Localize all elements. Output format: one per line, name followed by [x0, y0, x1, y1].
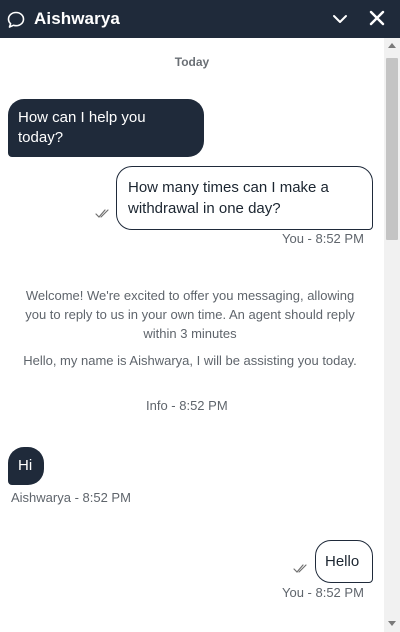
message-text: Hello [325, 553, 360, 570]
scrollbar[interactable] [384, 38, 400, 632]
header-title: Aishwarya [34, 9, 120, 28]
scroll-down-icon[interactable] [388, 621, 396, 626]
message-text: How many times can I make a withdrawal i… [128, 179, 329, 217]
double-check-icon [293, 564, 307, 573]
message-meta: You - 8:52 PM [282, 585, 364, 600]
message-text: Hi [18, 457, 33, 474]
chevron-down-icon[interactable] [331, 10, 349, 28]
agent-message-bubble: Hi [8, 447, 44, 485]
message-meta: You - 8:52 PM [282, 231, 364, 246]
message-meta: Aishwarya - 8:52 PM [11, 490, 131, 505]
chat-bubble-icon [7, 11, 25, 28]
info-text-welcome: Welcome! We're excited to offer you mess… [25, 288, 355, 341]
scroll-up-icon[interactable] [388, 43, 396, 48]
double-check-icon [95, 209, 109, 218]
day-separator: Today [174, 55, 210, 69]
info-meta: Info - 8:52 PM [146, 398, 228, 413]
agent-message-bubble: How can I help you today? [8, 99, 204, 157]
user-message-bubble: How many times can I make a withdrawal i… [116, 166, 373, 230]
message-list[interactable]: Today How can I help you today? How many… [0, 38, 384, 632]
chat-header: Aishwarya [0, 0, 400, 38]
message-text: How can I help you today? [18, 109, 146, 146]
info-text-greeting: Hello, my name is Aishwarya, I will be a… [23, 353, 357, 368]
scrollbar-thumb[interactable] [386, 58, 398, 240]
info-message: Welcome! We're excited to offer you mess… [20, 286, 360, 343]
user-message-bubble: Hello [315, 540, 373, 583]
close-icon[interactable] [368, 9, 386, 27]
info-message-greeting: Hello, my name is Aishwarya, I will be a… [20, 351, 360, 370]
